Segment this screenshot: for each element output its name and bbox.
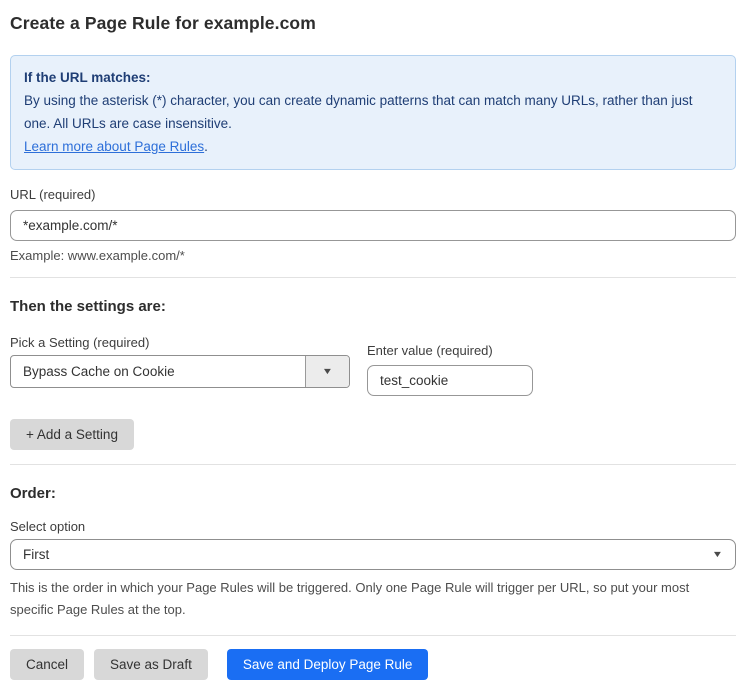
footer-actions: Cancel Save as Draft Save and Deploy Pag… — [10, 649, 736, 680]
settings-row: Pick a Setting (required) Bypass Cache o… — [10, 335, 736, 396]
order-section-heading: Order: — [10, 485, 736, 502]
link-suffix: . — [204, 139, 208, 154]
order-select-dropdown[interactable]: First ▼ — [10, 539, 736, 570]
info-box-body: By using the asterisk (*) character, you… — [24, 89, 722, 135]
page-title: Create a Page Rule for example.com — [10, 13, 736, 34]
add-setting-button[interactable]: + Add a Setting — [10, 419, 134, 450]
setting-value-input[interactable] — [367, 365, 533, 396]
setting-select-arrow-button[interactable]: ▼ — [305, 356, 349, 387]
setting-select-label: Pick a Setting (required) — [10, 335, 350, 350]
setting-value-column: Enter value (required) — [367, 343, 533, 396]
save-as-draft-button[interactable]: Save as Draft — [94, 649, 208, 680]
setting-select-value: Bypass Cache on Cookie — [11, 364, 305, 379]
cancel-button[interactable]: Cancel — [10, 649, 84, 680]
create-page-rule-form: Create a Page Rule for example.com If th… — [0, 0, 750, 680]
info-box-link-line: Learn more about Page Rules. — [24, 135, 722, 158]
info-box-heading: If the URL matches: — [24, 66, 722, 89]
divider — [10, 277, 736, 278]
save-and-deploy-button[interactable]: Save and Deploy Page Rule — [227, 649, 429, 680]
learn-more-link[interactable]: Learn more about Page Rules — [24, 139, 204, 154]
setting-select-column: Pick a Setting (required) Bypass Cache o… — [10, 335, 350, 396]
setting-value-label: Enter value (required) — [367, 343, 533, 358]
settings-section-heading: Then the settings are: — [10, 298, 736, 315]
caret-down-icon: ▼ — [712, 550, 724, 559]
divider — [10, 635, 736, 636]
url-input[interactable] — [10, 210, 736, 241]
order-help-text: This is the order in which your Page Rul… — [10, 577, 736, 621]
url-field-label: URL (required) — [10, 187, 736, 202]
order-select-value: First — [11, 547, 713, 562]
order-select-label: Select option — [10, 519, 736, 534]
setting-select-dropdown[interactable]: Bypass Cache on Cookie ▼ — [10, 355, 350, 388]
url-field-example: Example: www.example.com/* — [10, 248, 736, 263]
caret-down-icon: ▼ — [322, 367, 334, 376]
url-matches-info-box: If the URL matches: By using the asteris… — [10, 55, 736, 170]
divider — [10, 464, 736, 465]
